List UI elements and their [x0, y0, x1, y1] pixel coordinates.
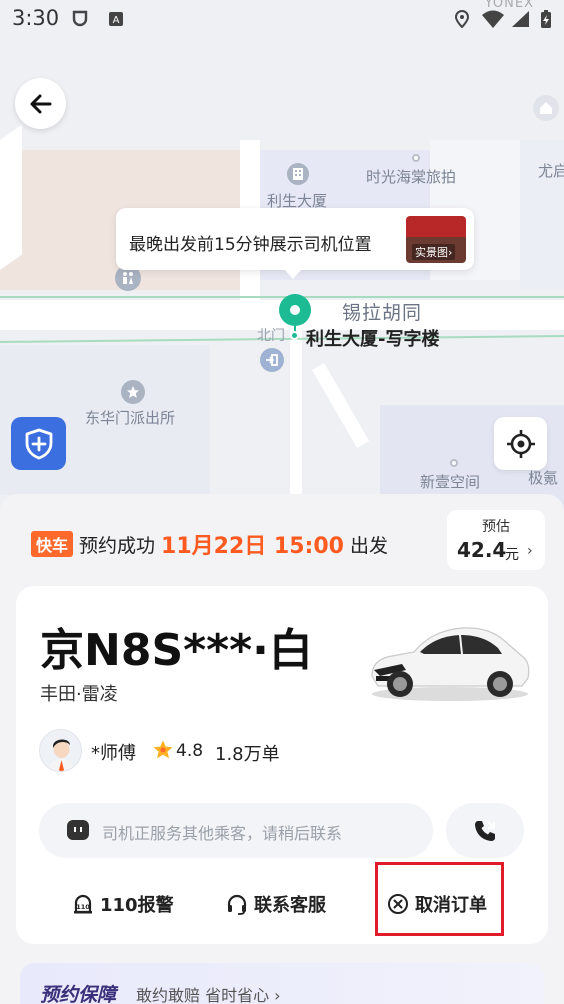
order-status-text: 预约成功	[79, 534, 156, 557]
map-road	[0, 124, 22, 271]
poi-hotel[interactable]: 时光海棠旅拍	[366, 166, 456, 187]
safety-center-button[interactable]	[11, 417, 66, 470]
chat-icon	[67, 820, 89, 840]
order-suffix: 出发	[349, 534, 388, 557]
poi-dot	[450, 459, 458, 467]
poi-dot	[412, 154, 420, 162]
poi-youqi[interactable]: 尤启	[538, 160, 564, 181]
police-poi-icon	[121, 380, 145, 404]
location-status-icon	[454, 10, 470, 28]
chevron-right-icon: ›	[527, 543, 533, 559]
guarantee-subtitle: 敢约敢赔 省时省心 ›	[136, 986, 281, 1004]
street-name: 锡拉胡同	[342, 302, 423, 324]
message-input[interactable]: 司机正服务其他乘客，请稍后联系	[39, 803, 433, 858]
driver-avatar[interactable]	[39, 729, 82, 772]
signal-status-icon	[512, 11, 529, 27]
arrow-left-icon	[30, 94, 51, 113]
status-bar: 3:30 A YONEX	[0, 0, 564, 40]
text-status-icon: A	[109, 12, 123, 26]
poi-jiqi[interactable]: 极氪	[528, 467, 558, 488]
entrance-poi-icon	[260, 348, 284, 372]
pin-dot	[290, 331, 299, 340]
driver-order-count: 1.8万单	[215, 744, 280, 765]
driver-name: *师傅	[91, 743, 136, 764]
license-plate: 京N8S***·白	[40, 625, 313, 676]
price-unit: 元	[505, 547, 519, 563]
shield-plus-icon	[25, 428, 52, 459]
locate-me-button[interactable]	[494, 417, 547, 470]
tooltip-text: 最晚出发前15分钟展示司机位置	[129, 235, 372, 255]
car-image	[371, 627, 530, 701]
location-photo-thumbnail[interactable]: 实景图›	[406, 216, 466, 263]
wifi-status-icon	[482, 10, 504, 28]
status-time: 3:30	[12, 6, 60, 30]
battery-status-icon	[541, 10, 551, 28]
service-label: 联系客服	[254, 895, 326, 916]
order-datetime: 11月22日 15:00	[161, 534, 344, 559]
home-poi-icon	[533, 95, 559, 121]
price-estimate-button[interactable]: 预估 42.4 元 ›	[447, 510, 545, 570]
police-label: 110报警	[100, 895, 174, 916]
police-110-button[interactable]: 110 110报警	[72, 888, 174, 920]
back-button[interactable]	[15, 78, 66, 129]
cancel-highlight-box	[375, 862, 504, 936]
car-model: 丰田·雷凌	[40, 684, 118, 705]
guarantee-subtitle-text: 敢约敢赔 省时省心	[136, 986, 270, 1004]
shield-status-icon	[72, 10, 88, 27]
price-value: 42.4	[457, 538, 507, 562]
siren-icon: 110	[74, 894, 92, 914]
message-placeholder: 司机正服务其他乘客，请稍后联系	[102, 824, 343, 843]
order-status-line: 快车 预约成功 11月22日 15:00 出发	[31, 531, 388, 559]
driver-rating: 4.8	[176, 741, 204, 761]
star-icon	[153, 740, 173, 759]
guarantee-title: 预约保障	[40, 984, 117, 1004]
north-gate-label: 北门	[257, 328, 285, 344]
headset-icon	[227, 894, 247, 915]
phone-icon	[475, 820, 495, 841]
pickup-location-label: 利生大厦-写字楼	[306, 329, 440, 350]
photo-label: 实景图›	[412, 244, 456, 260]
poi-police-station[interactable]: 东华门派出所	[85, 407, 175, 428]
poi-xinyi[interactable]: 新壹空间	[420, 471, 480, 492]
map-road	[312, 363, 370, 448]
svg-text:110: 110	[76, 903, 90, 911]
service-tag: 快车	[31, 531, 74, 557]
map-road	[290, 330, 302, 495]
svg-text:A: A	[113, 15, 120, 26]
driver-location-tooltip: 最晚出发前15分钟展示司机位置 实景图›	[116, 208, 474, 279]
crosshair-icon	[506, 429, 535, 458]
map-route-line	[0, 296, 564, 298]
map-view[interactable]: 3:30 A YONEX 利生大厦 时光海棠旅拍 尤启 东华门派出所 新壹空间 …	[0, 0, 564, 520]
pickup-pin-icon	[279, 294, 311, 326]
call-driver-button[interactable]	[446, 803, 524, 858]
building-poi-icon	[287, 163, 309, 185]
customer-service-button[interactable]: 联系客服	[226, 888, 326, 920]
reservation-guarantee-banner[interactable]: 预约保障 敢约敢赔 省时省心 ›	[20, 963, 544, 1004]
price-label: 预估	[482, 519, 510, 535]
